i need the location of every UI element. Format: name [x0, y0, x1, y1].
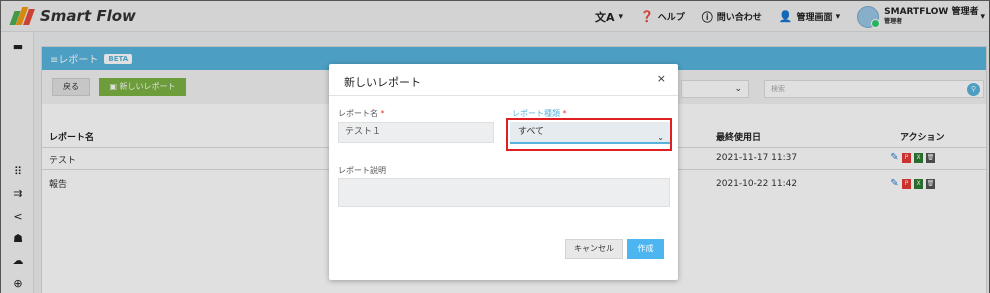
report-description-label: レポート説明: [338, 166, 386, 175]
report-name-label-text: レポート名: [338, 109, 378, 118]
dialog-title: 新しいレポート: [344, 76, 421, 89]
report-name-label: レポート名 *: [338, 108, 385, 119]
divider: [329, 95, 678, 96]
create-button[interactable]: 作成: [627, 239, 664, 259]
highlight-box: [506, 118, 672, 151]
report-type-label-text: レポート種類: [512, 109, 560, 118]
required-mark: *: [380, 109, 385, 118]
cancel-button[interactable]: キャンセル: [565, 239, 623, 259]
new-report-dialog: 新しいレポート × レポート名 * テスト１ レポート種類 * すべて ⌄ レポ…: [329, 64, 678, 280]
report-description-input[interactable]: [338, 178, 670, 207]
report-name-input[interactable]: テスト１: [338, 122, 494, 143]
close-icon[interactable]: ×: [657, 72, 666, 85]
required-mark: *: [562, 109, 567, 118]
